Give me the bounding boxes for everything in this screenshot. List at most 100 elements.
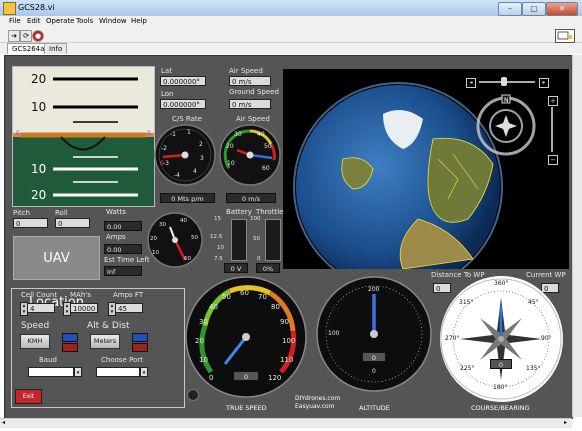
cs-tick-2: 2	[199, 141, 203, 148]
as-tick-60: 60	[262, 165, 270, 172]
air-speed-field[interactable]: 0 m/s	[229, 76, 271, 86]
compass-tick-90: 90°	[541, 335, 552, 342]
menu-edit[interactable]: Edit	[27, 17, 41, 25]
battery-tick-7-5: 7.5	[214, 256, 223, 262]
run-arrow-icon[interactable]: ➔	[8, 30, 20, 42]
horizon-tick-10-top: 10	[31, 100, 47, 114]
horizon-tick-20-bottom: 20	[31, 188, 47, 202]
pitch-field[interactable]: 0	[13, 218, 48, 228]
minimize-button[interactable]: –	[498, 2, 522, 16]
lon-label: Lon	[161, 90, 174, 98]
speed-led-blue[interactable]	[62, 333, 78, 342]
watts-label: Watts	[106, 208, 126, 216]
menu-tools[interactable]: Tools	[76, 17, 93, 25]
artificial-horizon: 0 0 20 10 10 20	[12, 66, 155, 207]
true-speed-knob[interactable]	[187, 389, 199, 401]
map-tilt-handle[interactable]	[501, 77, 507, 86]
baud-dropdown-icon[interactable]: ▾	[74, 367, 82, 377]
true-speed-caption: TRUE SPEED	[226, 404, 267, 412]
pw-tick-10: 10	[152, 250, 159, 256]
est-time-label: Est Time Left	[104, 256, 150, 264]
compass-readout: 0	[490, 359, 512, 369]
menu-help[interactable]: Help	[131, 17, 147, 25]
tab-bar: GCS264a Info	[0, 43, 582, 54]
map-zoom-in-icon[interactable]: +	[548, 96, 558, 106]
amps-ft-field[interactable]: 45	[115, 303, 143, 313]
alt-unit-button[interactable]: Meters	[90, 334, 120, 349]
credits-line2: Easyuav.com	[295, 403, 335, 410]
battery-tick-10: 10	[217, 245, 224, 251]
as-tick-10: 10	[227, 160, 235, 167]
run-continuous-icon[interactable]: ⟳	[20, 30, 32, 42]
compass-tick-45: 45°	[528, 299, 539, 306]
compass-tick-180: 180°	[493, 384, 508, 391]
cell-count-label: Cell Count	[21, 291, 58, 299]
uav-location-button[interactable]: UAV Location	[13, 236, 100, 310]
ground-speed-field[interactable]: 0 m/s	[229, 99, 271, 109]
menu-file[interactable]: File	[9, 17, 21, 25]
lat-field[interactable]: 0.000000°	[160, 76, 206, 86]
alt-led-blue[interactable]	[132, 333, 148, 342]
map-move-left-icon[interactable]: ◂	[466, 78, 476, 88]
vertical-scrollbar[interactable]	[572, 55, 582, 417]
abort-icon[interactable]: ●	[32, 30, 44, 42]
throttle-tick-50: 50	[253, 236, 260, 242]
scroll-left-icon[interactable]: ◂	[2, 420, 8, 426]
course-compass: 360° 45° 90° 135° 180° 225° 270° 315° 0	[440, 276, 563, 402]
ts-tick-20: 20	[195, 337, 204, 345]
cs-tick-neg2: -2	[161, 145, 167, 152]
map-zoom-out-icon[interactable]: −	[548, 155, 558, 165]
speed-unit-button[interactable]: KMH	[20, 334, 50, 349]
altitude-readout: 0	[362, 352, 386, 362]
compass-tick-360: 360°	[494, 280, 509, 287]
amps-label: Amps	[106, 233, 126, 241]
exit-button[interactable]: Exit	[15, 389, 42, 404]
alt-led-red[interactable]	[132, 343, 148, 352]
battery-tick-12-5: 12.5	[210, 234, 223, 240]
port-dropdown-icon[interactable]: ▾	[140, 367, 148, 377]
as-tick-30: 30	[234, 131, 242, 138]
map-tilt-slider[interactable]	[479, 81, 535, 83]
menu-window[interactable]: Window	[99, 17, 127, 25]
ts-tick-60: 60	[240, 289, 249, 297]
maximize-button[interactable]: ▢	[522, 2, 546, 16]
baud-select[interactable]	[28, 367, 74, 377]
svg-text:0: 0	[147, 130, 151, 137]
speed-led-red[interactable]	[62, 343, 78, 352]
compass-tick-315: 315°	[459, 299, 474, 306]
vi-icon	[555, 29, 575, 43]
scroll-right-icon[interactable]: ▸	[564, 420, 570, 426]
alt-tick-100: 100	[328, 330, 340, 337]
amps-field: 0.00	[104, 244, 142, 254]
battery-label: Battery	[226, 208, 252, 216]
compass-tick-135: 135°	[526, 365, 541, 372]
tab-info[interactable]: Info	[44, 43, 68, 54]
roll-field[interactable]: 0	[55, 218, 90, 228]
cs-tick-neg1: -1	[170, 131, 176, 138]
lat-label: Lat	[161, 67, 172, 75]
map-move-right-icon[interactable]: ▸	[539, 78, 549, 88]
true-speed-readout: 0	[233, 371, 259, 381]
map-zoom-slider[interactable]	[551, 107, 553, 152]
ground-speed-label: Ground Speed	[229, 88, 279, 96]
airspeed-gauge	[219, 124, 281, 186]
cs-rate-gauge	[154, 124, 216, 186]
close-button[interactable]: ✕	[546, 2, 578, 16]
port-select[interactable]	[96, 367, 140, 377]
map-navigation-compass[interactable]: N	[473, 93, 539, 159]
ts-tick-110: 110	[280, 356, 294, 364]
ts-tick-100: 100	[282, 337, 296, 345]
mah-label: MAh's	[70, 291, 91, 299]
horizon-graphic: 0 0	[13, 77, 154, 197]
lon-field[interactable]: 0.000000°	[160, 99, 206, 109]
menu-operate[interactable]: Operate	[46, 17, 74, 25]
ts-tick-0: 0	[209, 374, 214, 382]
earth-map[interactable]: ◂ ▸ N + −	[283, 69, 569, 269]
as-tick-20: 20	[226, 143, 234, 150]
baud-label: Baud	[39, 356, 57, 364]
speed-unit-label: Speed	[21, 321, 50, 331]
cell-count-field[interactable]: 4	[27, 303, 55, 313]
mah-field[interactable]: 10000	[70, 303, 98, 313]
horizontal-scrollbar[interactable]: ◂ ▸	[0, 418, 572, 428]
course-bearing-caption: COURSE/BEARING	[471, 404, 530, 412]
